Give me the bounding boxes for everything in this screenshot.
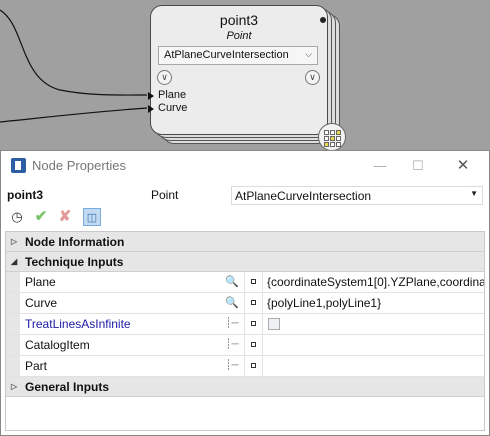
property-value[interactable] [262,314,484,334]
section-technique-inputs[interactable]: ◢ Technique Inputs [6,252,484,272]
node-point3[interactable]: point3 Point AtPlaneCurveIntersection ⌵ … [148,5,346,150]
property-value[interactable] [262,356,484,376]
property-value[interactable]: {polyLine1,polyLine1} [262,293,484,313]
dialog-titlebar[interactable]: Node Properties — ☐ ✕ [1,151,489,181]
grid-cell-icon [324,130,329,135]
section-node-information[interactable]: ▷ Node Information [6,232,484,252]
square-icon [251,321,256,326]
checkbox[interactable] [268,318,280,330]
expand-inputs-icon[interactable]: ∨ [157,70,172,85]
expand-arrow-icon: ▷ [11,237,18,246]
replication-cell[interactable] [244,356,263,376]
property-row-curve[interactable]: Curve 🔍 {polyLine1,polyLine1} [6,293,484,314]
tree-view-icon[interactable]: ◫ [83,208,101,226]
chevron-down-icon: ⌵ [305,49,312,59]
square-icon [251,279,256,284]
collapse-arrow-icon: ◢ [11,257,18,266]
grid-cell-icon [330,136,335,141]
node-type-icon[interactable] [318,123,346,150]
section-label: Node Information [25,235,125,249]
square-icon [251,300,256,305]
search-icon[interactable]: 🔍 [224,295,240,311]
grid-cell-icon [336,130,341,135]
curve-wire [0,107,148,123]
property-row-treatlinesasinfinite[interactable]: TreatLinesAsInfinite ┊─ [6,314,484,335]
properties-header: point3 Point AtPlaneCurveIntersection ▼ [1,185,489,207]
property-row-plane[interactable]: Plane 🔍 {coordinateSystem1[0].YZPlane,co… [6,272,484,293]
property-grid: ▷ Node Information ◢ Technique Inputs Pl… [5,231,485,431]
grid-cell-icon [324,142,329,147]
accept-check-icon[interactable]: ✔ [32,208,50,226]
node-method-value: AtPlaneCurveIntersection [164,49,289,61]
replication-cell[interactable] [244,272,263,292]
property-name: Part [25,359,48,373]
row-gutter [6,335,20,355]
replication-cell[interactable] [244,293,263,313]
pin-icon[interactable]: ┊─ [224,358,240,374]
expand-outputs-icon[interactable]: ∨ [305,70,320,85]
plane-port-label: Plane [158,89,187,101]
grid-cell-icon [330,142,335,147]
square-icon [251,342,256,347]
close-button[interactable]: ✕ [445,154,481,178]
header-node-type: Point [151,188,179,202]
maximize-button[interactable]: ☐ [400,154,436,178]
minimize-button[interactable]: — [362,154,398,178]
header-method-dropdown[interactable]: AtPlaneCurveIntersection ▼ [231,186,483,205]
property-value[interactable]: {coordinateSystem1[0].YZPlane,coordinat [262,272,484,292]
row-gutter [6,356,20,376]
pin-icon[interactable]: ┊─ [224,316,240,332]
dialog-title: Node Properties [32,158,126,173]
property-row-catalogitem[interactable]: CatalogItem ┊─ [6,335,484,356]
grid-cell-icon [336,142,341,147]
curve-port-arrow-icon[interactable] [148,105,154,113]
node-subtitle: Point [226,30,252,42]
header-node-name: point3 [7,188,43,202]
plane-port-arrow-icon[interactable] [148,92,154,100]
section-label: Technique Inputs [25,255,124,269]
app-icon [11,158,26,173]
row-gutter [6,272,20,292]
expand-arrow-icon: ▷ [11,382,18,391]
square-icon [251,363,256,368]
node-properties-dialog: Node Properties — ☐ ✕ point3 Point AtPla… [0,150,490,436]
node-title: point3 [219,12,259,28]
property-name: Curve [25,296,58,310]
dropdown-arrow-icon: ▼ [470,189,478,198]
property-name: TreatLinesAsInfinite [25,317,131,331]
header-method-value: AtPlaneCurveIntersection [235,189,372,203]
property-name: CatalogItem [25,338,90,352]
property-name: Plane [25,275,56,289]
row-gutter [6,314,20,334]
row-gutter [6,293,20,313]
curve-port-label: Curve [158,102,188,114]
grid-cell-icon [336,136,341,141]
section-general-inputs[interactable]: ▷ General Inputs [6,377,484,397]
grid-cell-icon [330,130,335,135]
pin-icon[interactable]: ┊─ [224,337,240,353]
node-method-dropdown[interactable]: AtPlaneCurveIntersection ⌵ [158,46,318,65]
plane-wire [0,9,148,96]
search-icon[interactable]: 🔍 [224,274,240,290]
node-canvas[interactable]: point3 Point AtPlaneCurveIntersection ⌵ … [0,0,490,150]
property-row-part[interactable]: Part ┊─ [6,356,484,377]
grid-cell-icon [324,136,329,141]
reject-x-icon[interactable]: ✘ [56,208,74,226]
clock-icon[interactable]: ◷ [8,208,26,226]
replication-cell[interactable] [244,314,263,334]
output-port[interactable] [320,17,326,23]
property-value[interactable] [262,335,484,355]
section-label: General Inputs [25,380,110,394]
replication-cell[interactable] [244,335,263,355]
properties-toolbar: ◷ ✔ ✘ ◫ [1,206,489,228]
